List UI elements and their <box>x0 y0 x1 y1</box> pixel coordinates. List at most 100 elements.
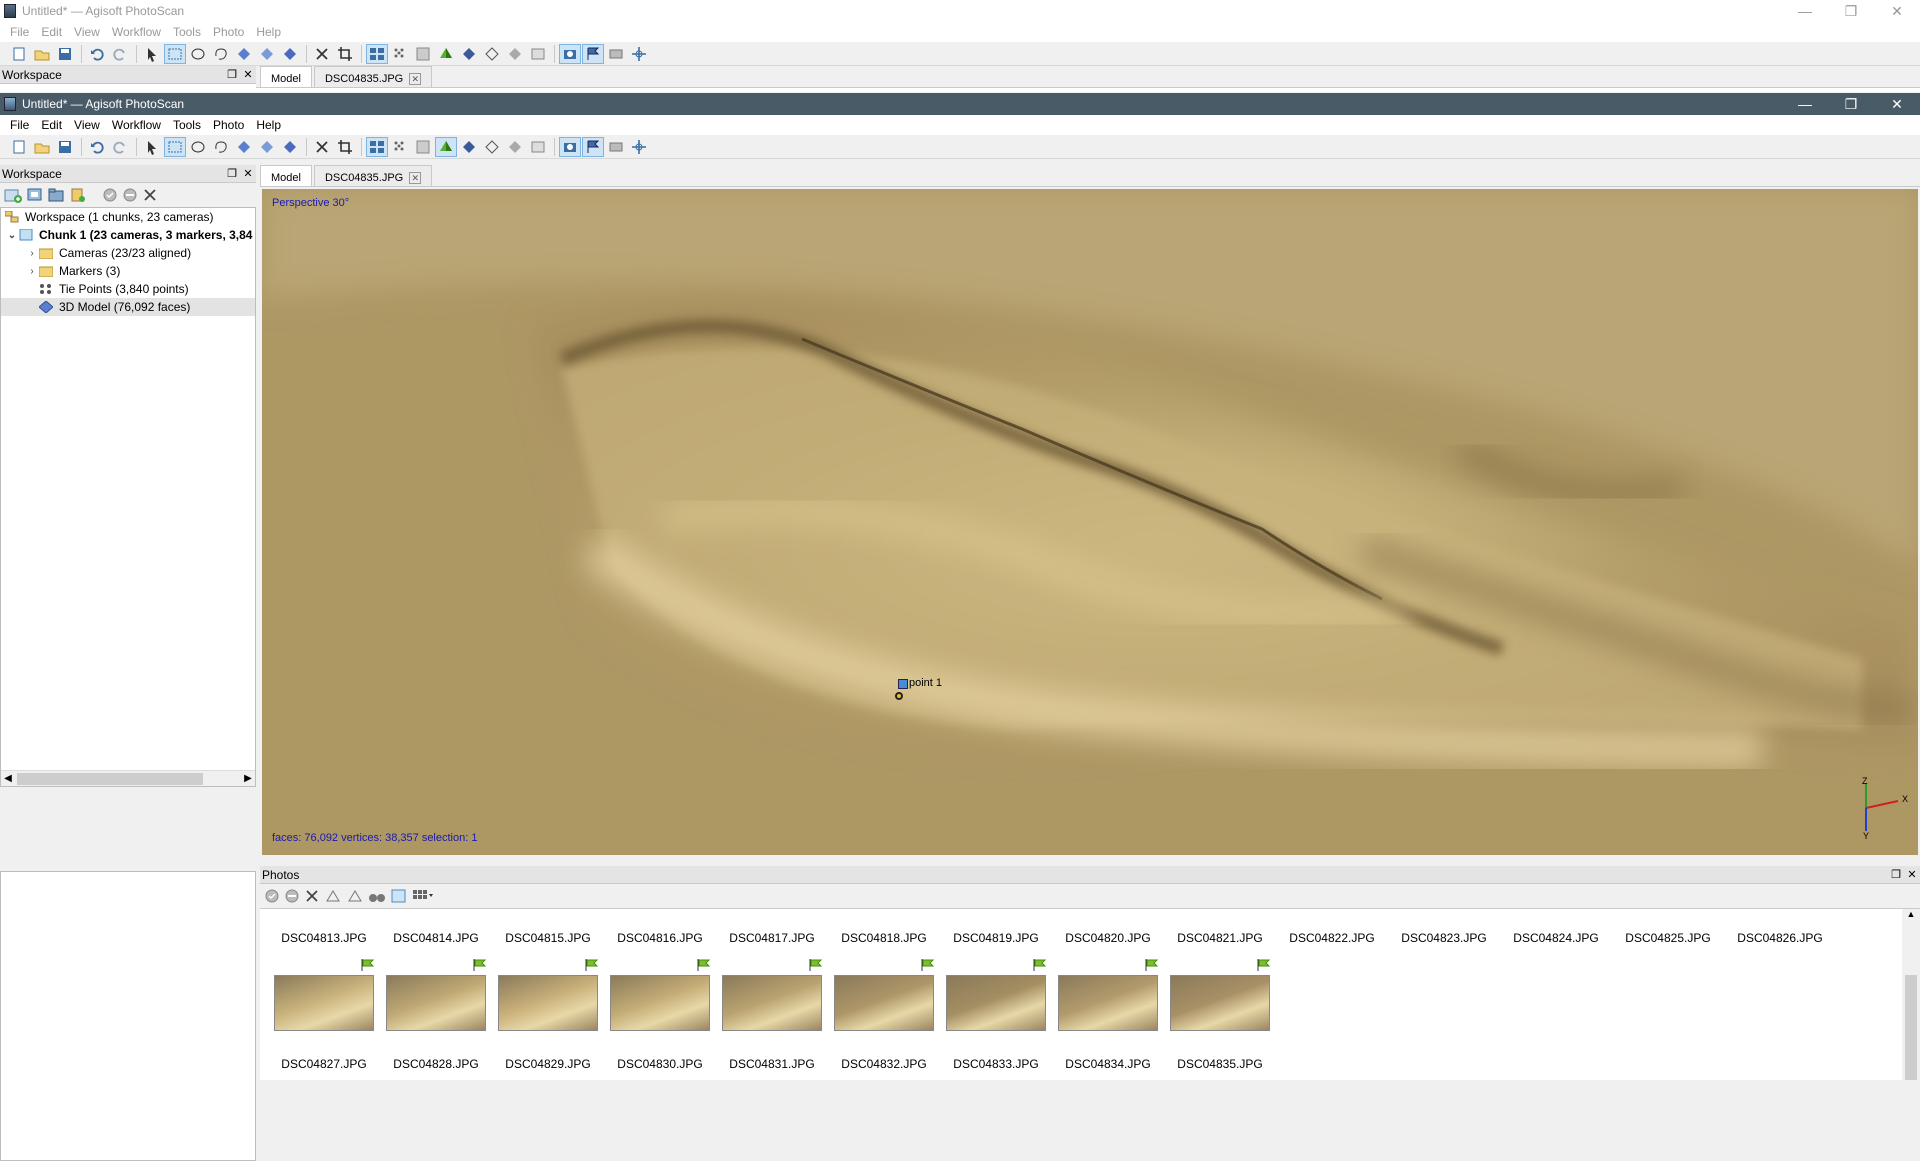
solid-icon[interactable] <box>458 137 480 157</box>
tree-item-3d-model[interactable]: 3D Model (76,092 faces) <box>1 298 255 316</box>
tree-item-workspace[interactable]: Workspace (1 chunks, 23 cameras) <box>1 208 255 226</box>
add-photos-icon[interactable] <box>26 187 44 203</box>
photo-thumbnail[interactable] <box>722 975 822 1031</box>
point-cloud-icon[interactable] <box>389 44 411 64</box>
scale-object-icon[interactable] <box>279 44 301 64</box>
menu-file[interactable]: File <box>4 118 35 132</box>
chevron-right-icon[interactable]: › <box>25 266 39 277</box>
float-icon[interactable]: ❐ <box>1888 868 1904 881</box>
dense-cloud-icon[interactable] <box>412 44 434 64</box>
save-icon[interactable] <box>54 44 76 64</box>
marker-point-icon[interactable] <box>895 692 903 700</box>
scrollbar-thumb[interactable] <box>1905 975 1917 1080</box>
float-icon[interactable]: ❐ <box>224 167 240 180</box>
tab-model[interactable]: Model <box>260 165 312 186</box>
rect-select-icon[interactable] <box>164 136 186 157</box>
restore-icon[interactable]: ❐ <box>1828 93 1874 115</box>
tiled-icon[interactable] <box>527 137 549 157</box>
redo-icon[interactable] <box>109 44 131 64</box>
disable-icon[interactable] <box>284 888 300 904</box>
show-markers-icon[interactable] <box>582 43 604 64</box>
photo-thumbnail[interactable] <box>834 975 934 1031</box>
disable-icon[interactable] <box>122 187 138 203</box>
bg-menu-view[interactable]: View <box>68 25 106 39</box>
textured-icon[interactable] <box>504 137 526 157</box>
bg-menu-workflow[interactable]: Workflow <box>106 25 167 39</box>
navigation-icon[interactable] <box>141 137 163 157</box>
enable-icon[interactable] <box>102 187 118 203</box>
open-icon[interactable] <box>31 44 53 64</box>
rotate-left-icon[interactable] <box>324 888 342 904</box>
photo-thumbnail[interactable] <box>1058 975 1158 1031</box>
model-viewport[interactable]: Perspective 30° point 1 faces: 76,092 ve… <box>262 189 1918 855</box>
show-shapes-icon[interactable] <box>605 137 627 157</box>
crop-icon[interactable] <box>334 44 356 64</box>
bg-tab-photo[interactable]: DSC04835.JPG ✕ <box>313 66 433 87</box>
chevron-down-icon[interactable]: ⌄ <box>5 230 19 241</box>
bg-menu-tools[interactable]: Tools <box>167 25 207 39</box>
scroll-right-icon[interactable]: ▶ <box>241 773 255 784</box>
textured-icon[interactable] <box>504 44 526 64</box>
move-object-icon[interactable] <box>233 44 255 64</box>
scrollbar-thumb[interactable] <box>17 772 203 785</box>
scroll-left-icon[interactable]: ◀ <box>1 773 15 784</box>
mask-icon[interactable] <box>390 888 408 904</box>
open-icon[interactable] <box>31 137 53 157</box>
rotate-object-icon[interactable] <box>256 137 278 157</box>
tab-close-icon[interactable]: ✕ <box>409 171 422 184</box>
close-icon[interactable]: ✕ <box>1874 93 1920 115</box>
photo-thumbnail[interactable] <box>386 975 486 1031</box>
view-mode-icon[interactable] <box>412 888 434 904</box>
menu-edit[interactable]: Edit <box>35 118 68 132</box>
new-icon[interactable] <box>8 137 30 157</box>
menu-view[interactable]: View <box>68 118 106 132</box>
show-cameras-toggle-icon[interactable] <box>559 43 581 64</box>
restore-icon[interactable]: ❐ <box>1828 0 1874 22</box>
remove-icon[interactable] <box>304 888 320 904</box>
photo-thumbnail[interactable] <box>946 975 1046 1031</box>
bg-menu-photo[interactable]: Photo <box>207 25 250 39</box>
add-marker-icon[interactable] <box>70 187 88 203</box>
horizontal-scrollbar[interactable]: ◀ ▶ <box>1 770 255 786</box>
wireframe-icon[interactable] <box>481 137 503 157</box>
show-region-icon[interactable] <box>628 44 650 64</box>
close-panel-icon[interactable]: ✕ <box>240 167 256 180</box>
delete-selection-icon[interactable] <box>311 137 333 157</box>
scale-object-icon[interactable] <box>279 137 301 157</box>
photo-thumbnail[interactable] <box>610 975 710 1031</box>
show-cameras-icon[interactable] <box>366 136 388 157</box>
undo-icon[interactable] <box>86 44 108 64</box>
minimize-icon[interactable]: — <box>1782 93 1828 115</box>
menu-help[interactable]: Help <box>250 118 287 132</box>
show-markers-icon[interactable] <box>582 136 604 157</box>
tree-item-markers[interactable]: › Markers (3) <box>1 262 255 280</box>
tree-item-tie-points[interactable]: Tie Points (3,840 points) <box>1 280 255 298</box>
add-folder-icon[interactable] <box>48 187 66 203</box>
bg-tab-model[interactable]: Model <box>260 66 312 87</box>
photo-thumbnail[interactable] <box>1170 975 1270 1031</box>
undo-icon[interactable] <box>86 137 108 157</box>
tree-item-chunk[interactable]: ⌄ Chunk 1 (23 cameras, 3 markers, 3,84 <box>1 226 255 244</box>
wireframe-icon[interactable] <box>481 44 503 64</box>
rotate-right-icon[interactable] <box>346 888 364 904</box>
tree-item-cameras[interactable]: › Cameras (23/23 aligned) <box>1 244 255 262</box>
bg-menu-file[interactable]: File <box>4 25 35 39</box>
binoculars-icon[interactable] <box>368 888 386 904</box>
crop-icon[interactable] <box>334 137 356 157</box>
vertical-scrollbar[interactable]: ▲ <box>1902 909 1920 1080</box>
remove-icon[interactable] <box>142 187 158 203</box>
shaded-icon[interactable] <box>435 136 457 157</box>
point-cloud-icon[interactable] <box>389 137 411 157</box>
bg-menu-edit[interactable]: Edit <box>35 25 68 39</box>
tab-photo[interactable]: DSC04835.JPG ✕ <box>313 165 433 186</box>
circle-select-icon[interactable] <box>187 44 209 64</box>
photo-thumbnail[interactable] <box>498 975 598 1031</box>
dense-cloud-icon[interactable] <box>412 137 434 157</box>
move-object-icon[interactable] <box>233 137 255 157</box>
show-region-icon[interactable] <box>628 137 650 157</box>
close-panel-icon[interactable]: ✕ <box>240 68 256 81</box>
rotate-object-icon[interactable] <box>256 44 278 64</box>
circle-select-icon[interactable] <box>187 137 209 157</box>
show-cameras-toggle-icon[interactable] <box>559 136 581 157</box>
scroll-up-icon[interactable]: ▲ <box>1902 909 1920 919</box>
